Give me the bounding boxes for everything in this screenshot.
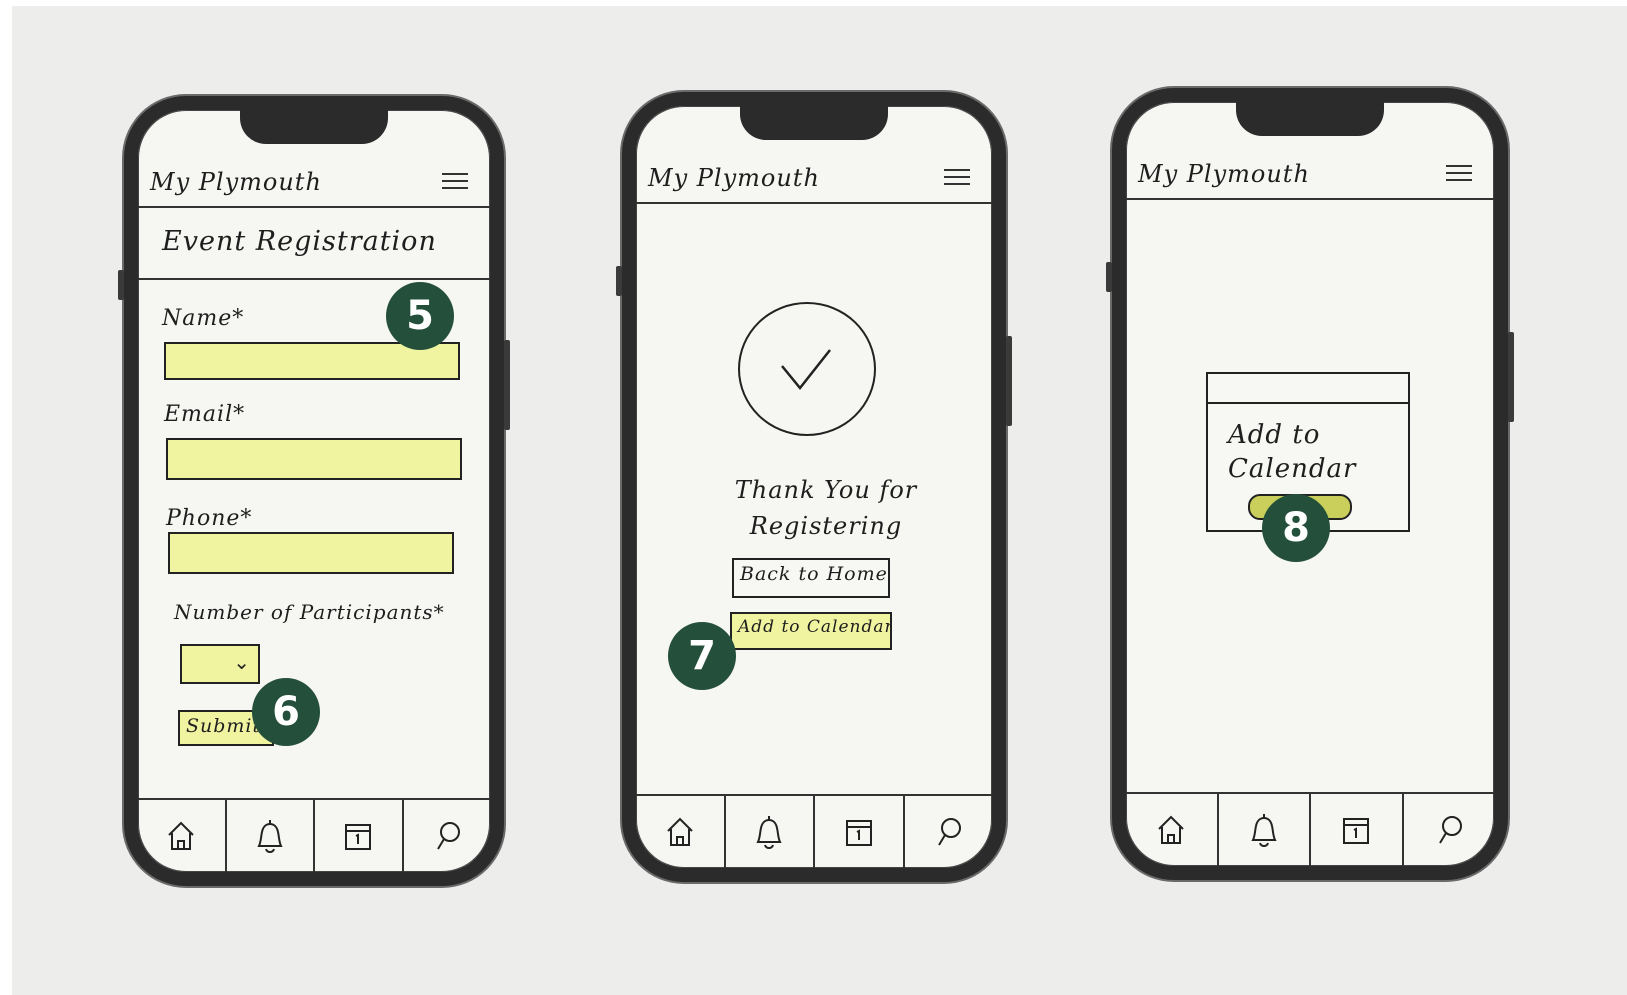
volume-button <box>616 266 622 296</box>
tab-home[interactable] <box>1126 794 1219 866</box>
phone-notch <box>1236 100 1384 136</box>
app-title: My Plymouth <box>1138 160 1310 188</box>
phone-label: Phone* <box>166 506 253 531</box>
back-to-home-label: Back to Home <box>740 563 888 585</box>
screen: My Plymouth Add to Calendar 8 <box>1126 100 1494 866</box>
power-button <box>1508 332 1514 422</box>
home-icon <box>1158 815 1184 844</box>
search-icon <box>436 822 460 850</box>
app-title: My Plymouth <box>648 164 820 192</box>
success-circle <box>738 302 876 436</box>
participants-dropdown[interactable]: ⌄ <box>180 644 260 684</box>
participants-label: Number of Participants* <box>174 600 445 624</box>
bell-icon <box>756 816 782 849</box>
step-badge-6: 6 <box>252 678 320 746</box>
back-to-home-button[interactable]: Back to Home <box>732 558 890 598</box>
tab-calendar[interactable] <box>315 800 404 872</box>
phone-thank-you: My Plymouth Thank You for Registering Ba… <box>616 92 1012 882</box>
dialog-message: Add to Calendar <box>1228 418 1356 486</box>
hamburger-menu-icon[interactable] <box>944 164 970 190</box>
tab-notifications[interactable] <box>726 796 815 868</box>
phone-add-to-calendar: My Plymouth Add to Calendar 8 <box>1106 88 1514 880</box>
tab-calendar[interactable] <box>815 796 905 868</box>
email-field[interactable] <box>166 438 462 480</box>
home-icon <box>168 821 194 850</box>
app-header: My Plymouth <box>636 158 992 204</box>
bottom-tab-bar <box>138 798 490 872</box>
checkmark-icon <box>781 349 831 390</box>
volume-button <box>1106 262 1112 292</box>
dialog-line2: Calendar <box>1228 454 1357 484</box>
thank-you-line1: Thank You for <box>734 476 918 504</box>
calendar-icon <box>1343 818 1370 844</box>
bottom-tab-bar <box>636 794 992 868</box>
volume-button <box>118 270 124 300</box>
step-badge-8: 8 <box>1262 494 1330 562</box>
hamburger-menu-icon[interactable] <box>1446 160 1472 186</box>
add-to-calendar-button[interactable]: Add to Calendar <box>730 612 892 650</box>
search-icon <box>938 818 962 846</box>
step-badge-7: 7 <box>668 622 736 690</box>
bell-icon <box>257 820 283 853</box>
dialog-header <box>1208 374 1408 404</box>
dialog-line1: Add to <box>1228 420 1321 450</box>
phone-event-registration: My Plymouth Event Registration Name* Ema… <box>118 96 510 886</box>
power-button <box>504 340 510 430</box>
calendar-icon <box>845 820 872 846</box>
add-to-calendar-label: Add to Calendar <box>738 617 892 637</box>
app-title: My Plymouth <box>150 168 322 196</box>
tab-calendar[interactable] <box>1311 794 1404 866</box>
screen: My Plymouth Thank You for Registering Ba… <box>636 104 992 868</box>
tab-notifications[interactable] <box>227 800 315 872</box>
thank-you-message: Thank You for Registering <box>676 472 976 544</box>
phone-field[interactable] <box>168 532 454 574</box>
name-label: Name* <box>162 306 245 331</box>
phone-notch <box>240 108 388 144</box>
app-header: My Plymouth <box>138 162 490 208</box>
section-title-bar: Event Registration <box>138 208 490 280</box>
power-button <box>1006 336 1012 426</box>
calendar-icon <box>345 824 372 850</box>
tab-home[interactable] <box>636 796 726 868</box>
thank-you-line2: Registering <box>749 512 903 540</box>
hamburger-menu-icon[interactable] <box>442 168 468 194</box>
tab-search[interactable] <box>404 800 491 872</box>
phone-notch <box>740 104 888 140</box>
home-icon <box>667 817 693 846</box>
app-header: My Plymouth <box>1126 154 1494 200</box>
chevron-down-icon: ⌄ <box>233 650 250 674</box>
tab-home[interactable] <box>138 800 227 872</box>
page-title: Event Registration <box>162 226 437 257</box>
tab-search[interactable] <box>1404 794 1495 866</box>
screen: My Plymouth Event Registration Name* Ema… <box>138 108 490 872</box>
bell-icon <box>1251 814 1277 847</box>
step-badge-5: 5 <box>386 282 454 350</box>
bottom-tab-bar <box>1126 792 1494 866</box>
search-icon <box>1438 816 1462 844</box>
tab-notifications[interactable] <box>1219 794 1311 866</box>
submit-label: Submit <box>186 715 262 737</box>
email-label: Email* <box>164 402 246 427</box>
tab-search[interactable] <box>905 796 993 868</box>
